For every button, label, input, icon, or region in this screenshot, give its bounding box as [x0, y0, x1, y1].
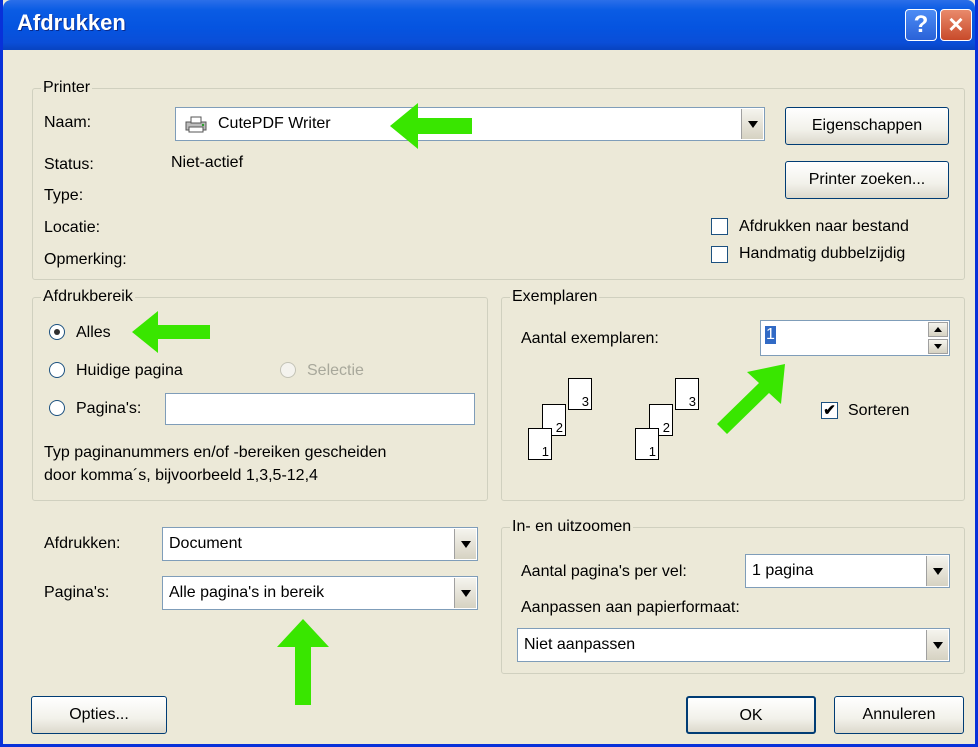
range-selection-label: Selectie [307, 362, 364, 379]
annotation-arrow-icon [277, 619, 329, 705]
print-to-file-label: Afdrukken naar bestand [739, 218, 909, 235]
collate-checkbox[interactable]: ✔ [821, 402, 838, 419]
range-pages-input[interactable] [165, 393, 475, 425]
page-icon: 1 [635, 428, 659, 460]
range-all-label[interactable]: Alles [76, 323, 111, 343]
pages-per-sheet-select[interactable]: 1 pagina [745, 554, 950, 588]
chevron-down-icon[interactable] [926, 630, 948, 660]
location-label: Locatie: [44, 219, 101, 236]
range-all-radio[interactable] [49, 324, 65, 340]
chevron-down-icon[interactable] [741, 109, 763, 139]
scale-to-paper-select[interactable]: Niet aanpassen [517, 628, 950, 662]
printer-name-label: Naam: [44, 114, 92, 131]
page-icon: 3 [568, 378, 592, 410]
print-dialog: Afdrukken ? × Printer Naam: CutePDF Writ… [0, 0, 978, 747]
copies-count-label: Aantal exemplaren: [521, 330, 659, 347]
pages-per-sheet-label: Aantal pagina's per vel: [521, 563, 687, 580]
ok-button[interactable]: OK [686, 696, 816, 734]
range-pages-radio[interactable] [49, 400, 65, 416]
print-pages-label: Pagina's: [44, 584, 110, 601]
status-label: Status: [44, 156, 94, 173]
comment-label: Opmerking: [44, 251, 127, 268]
range-selection-radio [280, 362, 296, 378]
print-what-value: Document [169, 535, 242, 552]
type-label: Type: [44, 187, 84, 204]
print-what-label: Afdrukken: [44, 535, 121, 552]
range-current-label[interactable]: Huidige pagina [76, 361, 183, 381]
scale-to-paper-value: Niet aanpassen [524, 636, 636, 653]
annotation-arrow-icon [390, 103, 472, 149]
help-button[interactable]: ? [905, 9, 937, 41]
cancel-button[interactable]: Annuleren [834, 696, 964, 734]
copies-legend: Exemplaren [510, 287, 600, 307]
manual-duplex-label: Handmatig dubbelzijdig [739, 245, 906, 262]
collate-illustration-2: 3 2 1 [635, 378, 707, 476]
printer-name-value: CutePDF Writer [218, 115, 331, 132]
annotation-arrow-icon [717, 364, 785, 434]
print-pages-select[interactable]: Alle pagina's in bereik [162, 576, 478, 610]
collate-label[interactable]: Sorteren [848, 401, 909, 421]
chevron-down-icon[interactable] [926, 556, 948, 586]
spinner-down-icon[interactable] [928, 339, 948, 354]
print-what-select[interactable]: Document [162, 527, 478, 561]
pages-per-sheet-value: 1 pagina [752, 562, 814, 579]
spinner-up-icon[interactable] [928, 322, 948, 337]
page-icon: 3 [675, 378, 699, 410]
range-help-line1: Typ paginanummers en/of -bereiken gesche… [44, 444, 387, 461]
page-icon: 1 [528, 428, 552, 460]
annotation-arrow-icon [132, 311, 210, 353]
manual-duplex-checkbox[interactable] [711, 246, 728, 263]
range-current-radio[interactable] [49, 362, 65, 378]
collate-illustration-1: 3 2 1 [528, 378, 600, 476]
properties-button[interactable]: Eigenschappen [785, 107, 949, 145]
dialog-title: Afdrukken [17, 10, 126, 35]
options-button[interactable]: Opties... [31, 696, 167, 734]
chevron-down-icon[interactable] [454, 529, 476, 559]
title-bar[interactable]: Afdrukken ? × [3, 0, 975, 50]
copies-count-spinner[interactable]: 1 [760, 320, 950, 356]
chevron-down-icon[interactable] [454, 578, 476, 608]
find-printer-button[interactable]: Printer zoeken... [785, 161, 949, 199]
print-pages-value: Alle pagina's in bereik [169, 584, 325, 601]
close-button[interactable]: × [940, 9, 972, 41]
range-help-line2: door komma´s, bijvoorbeeld 1,3,5-12,4 [44, 467, 318, 484]
printer-icon [184, 115, 210, 133]
range-pages-label[interactable]: Pagina's: [76, 399, 141, 419]
zoom-legend: In- en uitzoomen [510, 517, 634, 537]
status-value: Niet-actief [171, 154, 244, 171]
print-to-file-checkbox[interactable] [711, 218, 728, 235]
printer-group-legend: Printer [41, 78, 93, 98]
scale-to-paper-label: Aanpassen aan papierformaat: [521, 599, 740, 616]
print-range-legend: Afdrukbereik [41, 287, 135, 307]
copies-count-value[interactable]: 1 [765, 326, 776, 344]
